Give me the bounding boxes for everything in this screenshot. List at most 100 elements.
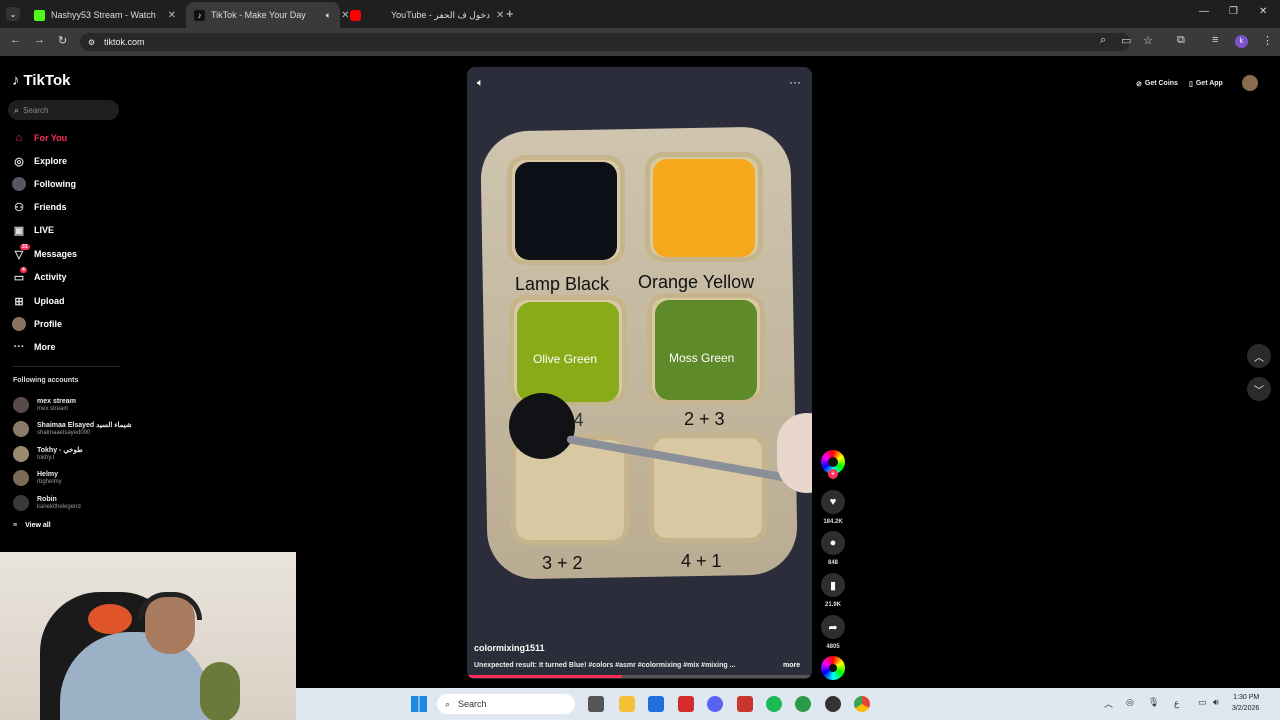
nav-friends[interactable]: ⚇ Friends bbox=[12, 199, 67, 215]
search-input[interactable]: ⌕ Search bbox=[8, 100, 119, 120]
new-tab-button[interactable]: + bbox=[506, 6, 514, 21]
get-coins-button[interactable]: ⊘ Get Coins bbox=[1136, 76, 1178, 91]
file-explorer-icon[interactable] bbox=[619, 696, 635, 712]
site-info-icon[interactable]: ⚙ bbox=[88, 38, 95, 47]
video-options-icon[interactable]: ··· bbox=[789, 75, 801, 89]
share-button[interactable]: ➦ 4805 bbox=[821, 615, 845, 650]
nav-label: Friends bbox=[34, 202, 67, 212]
nav-label: Upload bbox=[34, 296, 65, 306]
account-helmy[interactable]: Helmy rbghelmy bbox=[13, 470, 62, 486]
spotify-icon[interactable] bbox=[766, 696, 782, 712]
store-icon[interactable] bbox=[648, 696, 664, 712]
caption-more-link[interactable]: more bbox=[783, 662, 800, 669]
nav-label: LIVE bbox=[34, 225, 55, 235]
video-player[interactable]: 🔈︎ ··· Lamp Black Orange Yellow Olive Gr… bbox=[467, 67, 812, 679]
nav-following[interactable]: Following bbox=[12, 176, 76, 192]
tray-chevron-icon[interactable]: ︿ bbox=[1104, 697, 1113, 710]
compass-icon: ◎ bbox=[14, 155, 24, 168]
reload-icon[interactable]: ↻ bbox=[58, 34, 67, 47]
url-text: tiktok.com bbox=[104, 37, 145, 47]
nav-activity[interactable]: ▭ 4 Activity bbox=[12, 266, 67, 285]
language-indicator[interactable]: ع bbox=[1174, 698, 1179, 709]
account-name: Robin bbox=[37, 495, 57, 503]
chevron-up-icon: ︿ bbox=[1254, 352, 1264, 364]
sound-disc[interactable] bbox=[821, 656, 845, 680]
account-handle: shaimaaelsayed000 bbox=[37, 429, 91, 436]
tab-youtube[interactable]: YouTube - دخول ف الحفر ✕ bbox=[342, 2, 504, 28]
profile-avatar[interactable]: k bbox=[1235, 35, 1248, 48]
minimize-button[interactable]: — bbox=[1199, 6, 1209, 17]
like-button[interactable]: ♥ 184.2K bbox=[821, 490, 845, 525]
taskbar-search[interactable]: ⌕ Search bbox=[437, 694, 575, 714]
close-icon[interactable]: ✕ bbox=[168, 10, 176, 21]
windows-start-icon[interactable] bbox=[411, 696, 427, 712]
nav-label: Explore bbox=[34, 156, 68, 166]
wifi-icon[interactable]: ▭ bbox=[1198, 697, 1207, 708]
chevron-down-icon: ﹀ bbox=[1254, 385, 1264, 397]
zoom-icon[interactable]: ⌕ bbox=[1100, 34, 1106, 47]
mute-icon[interactable]: 🔈︎ bbox=[477, 77, 484, 90]
close-icon[interactable]: ✕ bbox=[496, 10, 504, 21]
address-bar[interactable]: ⚙ tiktok.com bbox=[80, 33, 1130, 51]
tab-list-button[interactable]: ⌄ bbox=[6, 7, 20, 21]
tiktok-logo[interactable]: ♪ TikTok bbox=[12, 72, 70, 89]
account-shaimaa[interactable]: Shaimaa Elsayed شيماء السيد shaimaaelsaye… bbox=[13, 421, 132, 437]
discord-icon[interactable] bbox=[707, 696, 723, 712]
creator-avatar[interactable]: + bbox=[821, 450, 845, 479]
nav-live[interactable]: ▣ LIVE bbox=[12, 222, 54, 238]
video-progress-bar[interactable] bbox=[467, 675, 812, 678]
volume-icon[interactable]: 🔊︎ bbox=[1213, 697, 1219, 708]
media-controls-icon[interactable]: ≡ bbox=[1212, 34, 1218, 46]
chrome-icon[interactable] bbox=[854, 696, 870, 712]
follow-plus-icon[interactable]: + bbox=[828, 469, 838, 479]
app-red-icon[interactable] bbox=[678, 696, 694, 712]
account-handle: kanekithelegend bbox=[37, 503, 81, 510]
following-accounts-heading: Following accounts bbox=[13, 377, 79, 384]
comment-button[interactable]: ● 848 bbox=[821, 531, 845, 566]
forward-icon[interactable]: → bbox=[34, 34, 45, 46]
window-close-button[interactable]: ✕ bbox=[1259, 6, 1267, 17]
user-avatar[interactable] bbox=[1242, 75, 1258, 91]
next-video-button[interactable]: ﹀ bbox=[1247, 377, 1271, 401]
mic-icon[interactable]: 🎙︎ bbox=[1148, 697, 1159, 708]
view-all-link[interactable]: ≡ View all bbox=[13, 522, 51, 529]
tab-title: TikTok - Make Your Day bbox=[211, 10, 306, 20]
nav-more[interactable]: ··· More bbox=[12, 339, 56, 355]
lamp-black-swatch bbox=[515, 162, 617, 260]
account-tokhy[interactable]: Tokhy - طوخي tokhy.t bbox=[13, 446, 83, 462]
task-view-icon[interactable] bbox=[588, 696, 604, 712]
obs-icon[interactable] bbox=[737, 696, 753, 712]
video-username[interactable]: colormixing1511 bbox=[474, 643, 545, 653]
bookmark-star-icon[interactable]: ☆ bbox=[1143, 34, 1153, 47]
nav-upload[interactable]: ⊞ Upload bbox=[12, 293, 65, 309]
taskbar-clock[interactable]: 1:30 PM 3/2/2026 bbox=[1232, 692, 1259, 714]
nav-messages[interactable]: ▽ 31 Messages bbox=[12, 243, 77, 262]
save-button[interactable]: ▮ 21.9K bbox=[821, 573, 845, 608]
menu-dots-icon[interactable]: ⋮ bbox=[1262, 34, 1273, 47]
label-lamp-black: Lamp Black bbox=[515, 274, 610, 294]
cast-icon[interactable]: ▭ bbox=[1121, 34, 1131, 47]
nav-profile[interactable]: Profile bbox=[12, 316, 62, 332]
nav-for-you[interactable]: ⌂ For You bbox=[12, 130, 68, 146]
nav-label: For You bbox=[34, 133, 68, 143]
speaker-icon[interactable]: 🔈︎ bbox=[326, 10, 331, 21]
maximize-button[interactable]: ❐ bbox=[1229, 6, 1238, 17]
live-icon: ▣ bbox=[13, 224, 25, 237]
back-icon[interactable]: ← bbox=[10, 34, 21, 46]
account-robin[interactable]: Robin kanekithelegend bbox=[13, 495, 81, 511]
network-icon[interactable]: ◎ bbox=[1126, 697, 1134, 708]
label-sum-3-2: 3 + 2 bbox=[542, 553, 583, 573]
search-icon: ⌕ bbox=[14, 104, 20, 115]
friends-icon: ⚇ bbox=[14, 201, 24, 214]
tab-kick-stream[interactable]: Nashyy53 Stream - Watch Live o ✕ bbox=[26, 2, 184, 28]
kick-favicon-icon bbox=[34, 9, 45, 21]
tray-well-6 bbox=[649, 433, 767, 543]
app-green-icon[interactable] bbox=[795, 696, 811, 712]
get-app-button[interactable]: ▯ Get App bbox=[1189, 76, 1223, 91]
previous-video-button[interactable]: ︿ bbox=[1247, 344, 1271, 368]
extensions-icon[interactable]: ⧉ bbox=[1177, 34, 1185, 47]
account-mex-stream[interactable]: mex stream mex.stream bbox=[13, 397, 76, 413]
nav-explore[interactable]: ◎ Explore bbox=[12, 153, 67, 169]
tab-tiktok[interactable]: ♪ TikTok - Make Your Day 🔈︎ ✕ bbox=[186, 2, 350, 28]
steam-icon[interactable] bbox=[825, 696, 841, 712]
